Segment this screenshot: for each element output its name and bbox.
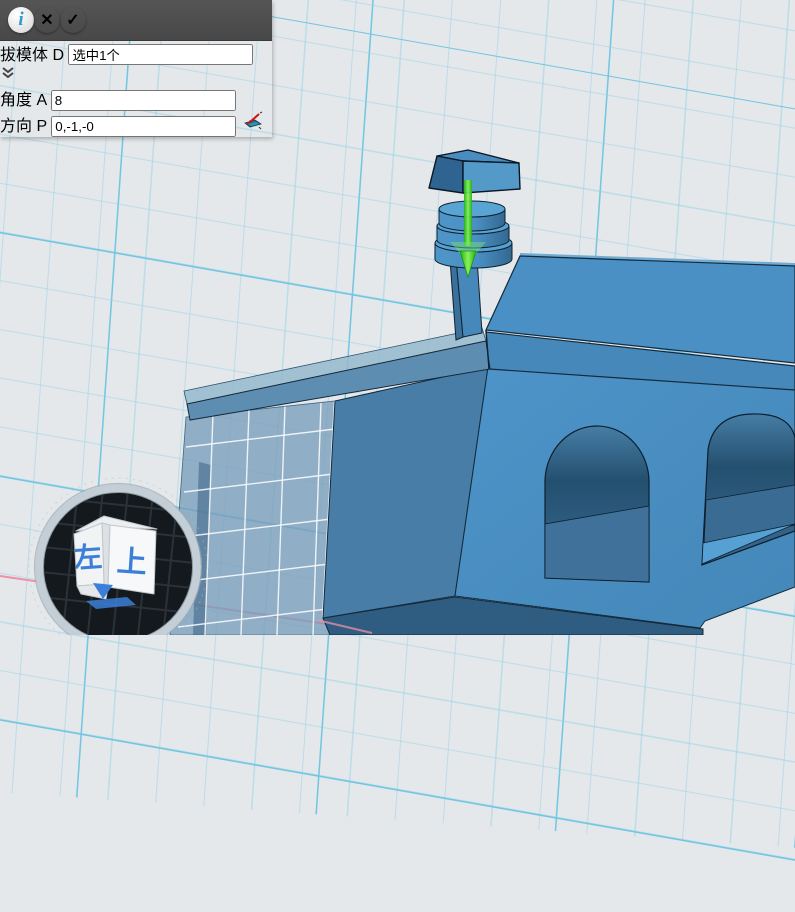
cancel-button[interactable]: ✕ <box>34 7 60 33</box>
draft-body-input[interactable] <box>68 44 253 65</box>
view-cube-label-top[interactable]: 上 <box>116 545 148 580</box>
field-row-draft-body: 拔模体 D <box>0 41 272 86</box>
confirm-button[interactable]: ✓ <box>60 7 86 33</box>
cad-application-window: { "dialog": { "glyphs": { "info": "i", "… <box>0 0 795 635</box>
direction-picker-icon[interactable] <box>241 118 263 135</box>
double-chevron-down-icon[interactable] <box>0 68 16 85</box>
model-chimney-cap-box[interactable] <box>429 150 520 193</box>
model-roof-right[interactable] <box>486 253 795 390</box>
direction-label: 方向 P <box>0 118 47 135</box>
field-row-angle: 角度 A <box>0 86 272 111</box>
view-cube-label-left[interactable]: 左 <box>73 541 103 574</box>
angle-label: 角度 A <box>0 92 46 109</box>
dialog-body: 拔模体 D 角度 A 方向 P <box>0 41 272 137</box>
info-icon[interactable]: i <box>8 7 34 33</box>
angle-input[interactable] <box>51 90 236 111</box>
draft-body-label: 拔模体 D <box>0 47 64 64</box>
field-row-direction: 方向 P <box>0 111 272 137</box>
draft-command-dialog: i ✕ ✓ 拔模体 D 角度 A 方向 P <box>0 0 272 137</box>
model-arch-opening-1[interactable] <box>545 426 649 582</box>
dialog-title-bar[interactable]: i ✕ ✓ <box>0 0 272 41</box>
direction-input[interactable] <box>51 116 236 137</box>
